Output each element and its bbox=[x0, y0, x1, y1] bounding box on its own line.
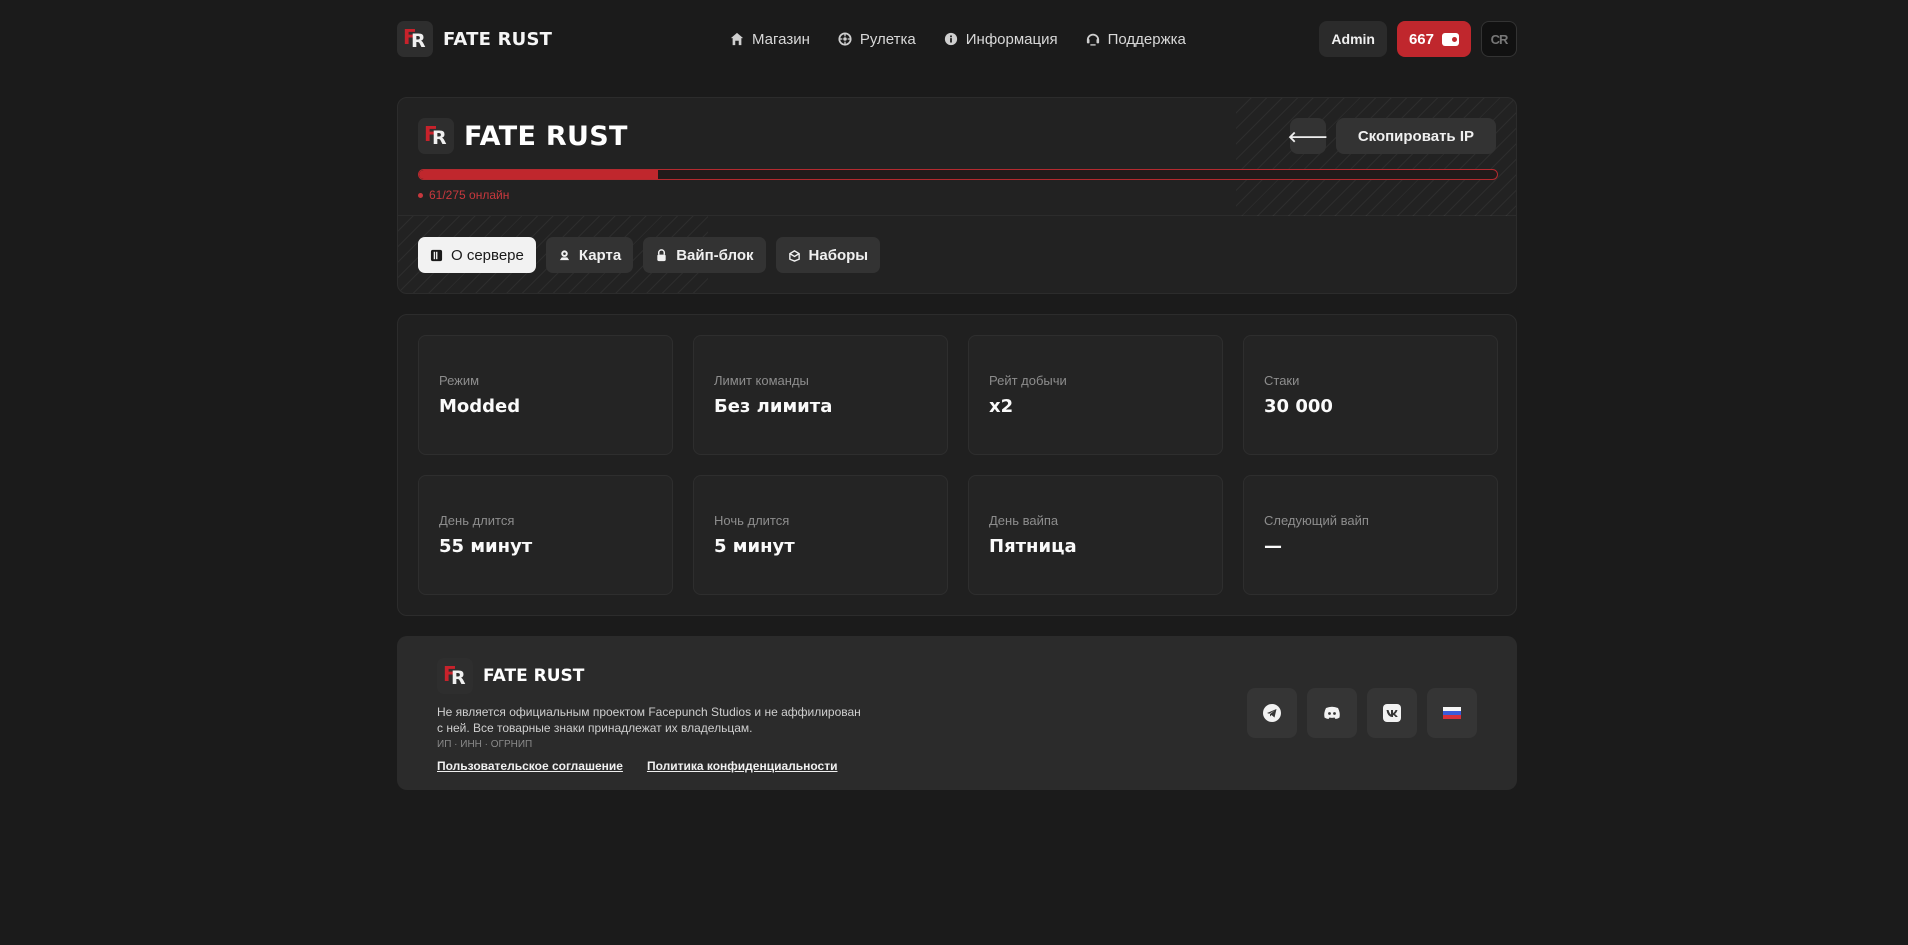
info-icon bbox=[944, 32, 958, 46]
balance-value: 667 bbox=[1408, 30, 1434, 48]
footer: FR FATE RUST Не является официальным про… bbox=[397, 636, 1517, 790]
tab-map[interactable]: Карта bbox=[545, 237, 634, 273]
nav-item-label: Информация bbox=[965, 30, 1058, 48]
box-icon bbox=[788, 249, 801, 262]
server-title: FATE RUST bbox=[464, 120, 628, 152]
tab-kits[interactable]: Наборы bbox=[775, 237, 881, 273]
telegram-icon bbox=[1263, 704, 1281, 722]
top-header: FR FATE RUST Магазин Рулетка Информация … bbox=[397, 21, 1517, 57]
footer-disclaimer: Не является официальным проектом Facepun… bbox=[437, 705, 861, 735]
book-icon bbox=[430, 249, 443, 262]
stat-value: x2 bbox=[989, 396, 1014, 417]
stat-label: День вайпа bbox=[989, 513, 1059, 528]
stat-card-mode: Режим Modded bbox=[418, 335, 673, 455]
discord-button[interactable] bbox=[1307, 688, 1357, 738]
admin-button[interactable]: Admin bbox=[1319, 21, 1387, 57]
stat-card-stacks: Стаки 30 000 bbox=[1243, 335, 1498, 455]
lock-icon bbox=[655, 248, 668, 262]
footer-brand[interactable]: FR FATE RUST bbox=[437, 658, 584, 694]
stat-label: Режим bbox=[439, 373, 480, 388]
nav-item-roulette[interactable]: Рулетка bbox=[838, 31, 916, 48]
stat-label: Следующий вайп bbox=[1264, 513, 1369, 528]
online-progress-fill bbox=[419, 170, 659, 179]
stat-label: День длится bbox=[439, 513, 515, 528]
avatar[interactable]: CR bbox=[1481, 21, 1517, 57]
stat-card-next-wipe: Следующий вайп — bbox=[1243, 475, 1498, 595]
stat-value: 55 минут bbox=[439, 536, 533, 557]
vk-icon bbox=[1383, 704, 1401, 722]
server-title-row: FR FATE RUST bbox=[418, 118, 628, 154]
stat-label: Рейт добычи bbox=[989, 373, 1067, 388]
arrow-left-icon: 🡐 bbox=[1287, 128, 1328, 146]
footer-legal-ids: ИП · ИНН · ОГРНИП bbox=[437, 739, 533, 750]
fr-logo-icon: FR bbox=[437, 658, 473, 694]
main-nav: Магазин Рулетка Информация Поддержка bbox=[730, 21, 1186, 57]
tab-label: Вайп-блок bbox=[676, 246, 754, 264]
brand-name: FATE RUST bbox=[443, 28, 553, 50]
footer-links: Пользовательское соглашение Политика кон… bbox=[437, 759, 837, 773]
language-button[interactable] bbox=[1427, 688, 1477, 738]
privacy-link[interactable]: Политика конфиденциальности bbox=[647, 759, 838, 773]
stat-value: Modded bbox=[439, 396, 521, 417]
back-button[interactable]: 🡐 bbox=[1287, 118, 1328, 154]
status-dot-icon bbox=[418, 192, 423, 198]
stat-card-wipe-day: День вайпа Пятница bbox=[968, 475, 1223, 595]
stat-label: Стаки bbox=[1264, 373, 1300, 388]
map-pin-icon bbox=[558, 249, 571, 262]
nav-item-label: Магазин bbox=[752, 30, 810, 48]
home-icon bbox=[730, 32, 744, 46]
tab-label: Карта bbox=[578, 246, 622, 264]
fr-logo-icon: FR bbox=[418, 118, 454, 154]
nav-item-info[interactable]: Информация bbox=[944, 31, 1058, 48]
copy-ip-button[interactable]: Скопировать IP bbox=[1335, 118, 1496, 154]
nav-item-support[interactable]: Поддержка bbox=[1086, 31, 1186, 48]
stat-card-night-length: Ночь длится 5 минут bbox=[693, 475, 948, 595]
wallet-icon bbox=[1442, 32, 1459, 46]
terms-link[interactable]: Пользовательское соглашение bbox=[437, 759, 623, 773]
server-header: FR FATE RUST 🡐 Скопировать IP 61/275 онл… bbox=[398, 98, 1516, 216]
stat-value: 30 000 bbox=[1264, 396, 1333, 417]
russian-flag-icon bbox=[1443, 707, 1461, 719]
stat-value: Пятница bbox=[989, 536, 1077, 557]
stat-label: Ночь длится bbox=[714, 513, 790, 528]
stat-value: 5 минут bbox=[714, 536, 795, 557]
user-controls: Admin 667 CR bbox=[1319, 21, 1517, 57]
server-stats-panel: Режим Modded Лимит команды Без лимита Ре… bbox=[397, 314, 1517, 616]
decorative-stripes bbox=[1236, 98, 1516, 216]
tab-label: Наборы bbox=[808, 246, 869, 264]
balance-button[interactable]: 667 bbox=[1396, 21, 1471, 57]
stat-card-team-limit: Лимит команды Без лимита bbox=[693, 335, 948, 455]
fr-logo-icon: FR bbox=[397, 21, 433, 57]
nav-item-label: Поддержка bbox=[1107, 30, 1186, 48]
stat-card-day-length: День длится 55 минут bbox=[418, 475, 673, 595]
stat-card-gather-rate: Рейт добычи x2 bbox=[968, 335, 1223, 455]
nav-item-shop[interactable]: Магазин bbox=[730, 31, 810, 48]
nav-item-label: Рулетка bbox=[859, 30, 916, 48]
tab-wipe-block[interactable]: Вайп-блок bbox=[643, 237, 766, 273]
tab-about[interactable]: О сервере bbox=[418, 237, 536, 273]
stat-value: — bbox=[1264, 536, 1282, 557]
vk-button[interactable] bbox=[1367, 688, 1417, 738]
server-tabs: О сервере Карта Вайп-блок Наборы bbox=[418, 237, 881, 273]
brand-logo[interactable]: FR FATE RUST bbox=[397, 21, 552, 57]
discord-icon bbox=[1324, 706, 1340, 719]
stat-label: Лимит команды bbox=[714, 373, 809, 388]
server-actions: 🡐 Скопировать IP bbox=[1287, 118, 1496, 154]
roulette-icon bbox=[838, 32, 852, 46]
online-count: 61/275 онлайн bbox=[429, 188, 510, 202]
online-status: 61/275 онлайн bbox=[418, 188, 509, 202]
tab-label: О сервере bbox=[451, 246, 524, 264]
telegram-button[interactable] bbox=[1247, 688, 1297, 738]
support-icon bbox=[1086, 32, 1100, 46]
social-links bbox=[1247, 688, 1477, 738]
footer-brand-name: FATE RUST bbox=[483, 666, 585, 686]
stat-value: Без лимита bbox=[714, 396, 833, 417]
online-progress-bar bbox=[418, 169, 1498, 180]
server-card: FR FATE RUST 🡐 Скопировать IP 61/275 онл… bbox=[397, 97, 1517, 294]
